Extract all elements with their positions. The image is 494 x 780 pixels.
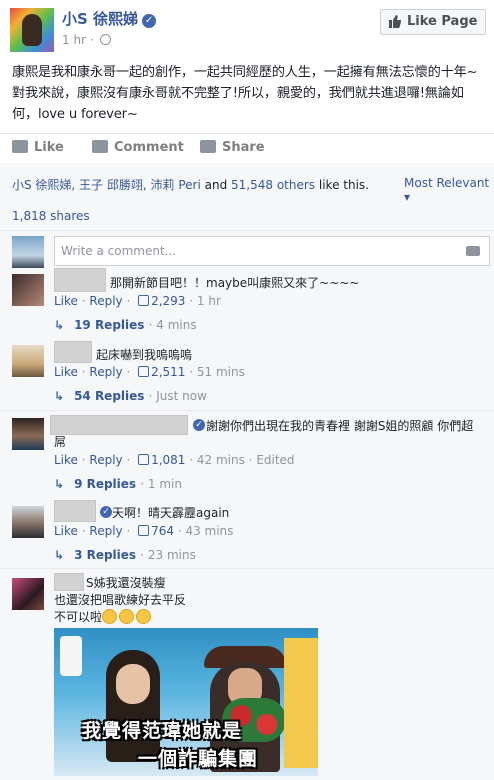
comment-like-link[interactable]: Like <box>54 294 78 308</box>
redacted-commenter-name <box>54 573 84 591</box>
thumbs-up-icon <box>138 366 150 377</box>
reply-arrow-icon: ↳ <box>54 477 65 491</box>
view-replies-link[interactable]: ↳ 3 Replies · 23 mins <box>54 548 196 562</box>
verified-badge-icon: ✓ <box>193 419 205 431</box>
comment-like-count[interactable]: 1,081 <box>151 453 185 467</box>
comment-meta: Like · Reply · 2,293 · 1 hr <box>54 294 221 308</box>
comment-text: 天啊！晴天霹靂again <box>112 506 230 520</box>
comment-input[interactable]: Write a comment... <box>54 236 490 266</box>
likers-names-link[interactable]: 小S 徐熙娣, 王子 邱勝翊, 沛莉 Peri <box>12 178 201 192</box>
comment-text-line-1: S姊我還沒裝瘦 <box>86 576 166 590</box>
page-name-link[interactable]: 小S 徐熙娣 ✓ <box>62 8 157 29</box>
comment-time[interactable]: 42 mins <box>197 453 245 467</box>
comment-edited-label[interactable]: Edited <box>256 453 294 467</box>
comment-reply-link[interactable]: Reply <box>89 453 122 467</box>
view-replies-link[interactable]: ↳ 19 Replies · 4 mins <box>54 318 197 332</box>
comment-attached-image[interactable]: 我覺得范瑋她就是 一個詐騙集團 <box>54 628 318 776</box>
reply-arrow-icon: ↳ <box>54 389 65 403</box>
post-body-text: 康熙是我和康永哥一起的創作，一起共同經歷的人生，一起擁有無法忘懷的十年~對我來說… <box>12 65 478 122</box>
divider <box>0 568 494 569</box>
comment-time[interactable]: 1 hr <box>197 294 221 308</box>
avatar-face <box>22 14 42 46</box>
image-side-banner <box>284 638 318 768</box>
grinning-emoji-icon <box>102 609 118 624</box>
likers-suffix-text: like this. <box>318 178 369 192</box>
comment-meta: Like · Reply · 1,081 · 42 mins · Edited <box>54 453 295 467</box>
comment-meta: Like · Reply · 2,511 · 51 mins <box>54 365 245 379</box>
comment-text: 那開新節目吧！！maybe叫康熙又來了~~~~ <box>110 276 360 290</box>
likers-summary: 小S 徐熙娣, 王子 邱勝翊, 沛莉 Peri and 51,548 other… <box>12 176 369 193</box>
shares-count-link[interactable]: 1,818 shares <box>12 209 90 223</box>
thumbs-up-icon <box>389 15 401 28</box>
post-action-bar: Like Comment Share <box>0 134 494 162</box>
reply-arrow-icon: ↳ <box>54 318 65 332</box>
comment-time[interactable]: 51 mins <box>197 365 245 379</box>
divider <box>0 230 494 231</box>
share-arrow-icon <box>200 140 216 153</box>
thumbs-up-icon <box>138 454 150 465</box>
view-replies-link[interactable]: ↳ 54 Replies · Just now <box>54 389 207 403</box>
verified-badge-icon: ✓ <box>142 14 157 28</box>
reply-arrow-icon: ↳ <box>54 548 65 562</box>
comment-like-count[interactable]: 2,511 <box>151 365 185 379</box>
comment-text: 起床嚇到我嗚嗚嗚 <box>96 348 193 362</box>
verified-badge-icon: ✓ <box>100 506 112 518</box>
globe-icon <box>99 34 111 45</box>
caret-down-icon: ▾ <box>404 190 411 204</box>
thumbs-up-icon <box>138 295 150 306</box>
page-avatar[interactable] <box>10 8 54 52</box>
divider <box>0 410 494 411</box>
current-user-avatar <box>12 236 44 268</box>
speech-bubble-icon <box>92 140 108 153</box>
redacted-commenter-name <box>54 341 92 363</box>
post-timestamp[interactable]: 1 hr · <box>62 33 111 47</box>
likers-others-link[interactable]: 51,548 others <box>231 178 315 192</box>
comment-time[interactable]: 43 mins <box>185 524 233 538</box>
image-caption-line-2: 一個詐騙集團 <box>138 748 259 770</box>
camera-icon[interactable] <box>466 246 480 256</box>
comment-text-line-3: 不可以啦 <box>54 609 153 625</box>
post-header: 小S 徐熙娣 ✓ 1 hr · Like Page <box>0 0 494 54</box>
share-action-button[interactable]: Share <box>200 140 265 155</box>
redacted-commenter-name <box>54 268 106 292</box>
comment-like-count[interactable]: 764 <box>151 524 174 538</box>
thumbs-up-icon <box>138 525 150 536</box>
comment-like-count[interactable]: 2,293 <box>151 294 185 308</box>
comment-reply-link[interactable]: Reply <box>89 365 122 379</box>
comment-meta: Like · Reply · 764 · 43 mins <box>54 524 234 538</box>
like-page-button[interactable]: Like Page <box>380 9 486 35</box>
like-action-button[interactable]: Like <box>12 140 64 155</box>
grinning-emoji-icon <box>136 609 152 624</box>
image-caption-line-1: 我覺得范瑋她就是 <box>82 720 243 742</box>
comment-reply-link[interactable]: Reply <box>89 524 122 538</box>
sort-comments-dropdown[interactable]: Most Relevant ▾ <box>404 176 494 204</box>
redacted-commenter-name <box>50 415 188 435</box>
view-replies-link[interactable]: ↳ 9 Replies · 1 min <box>54 477 182 491</box>
comment-reply-link[interactable]: Reply <box>89 294 122 308</box>
comment-action-button[interactable]: Comment <box>92 140 184 155</box>
grinning-emoji-icon <box>119 609 135 624</box>
comment-like-link[interactable]: Like <box>54 524 78 538</box>
tv-station-logo <box>60 636 82 676</box>
comment-input-placeholder: Write a comment... <box>61 244 177 258</box>
commenter-avatar[interactable] <box>12 506 44 538</box>
commenter-avatar[interactable] <box>12 345 44 377</box>
comment-like-link[interactable]: Like <box>54 365 78 379</box>
comment-text-line-2: 也還沒把唱歌練好去平反 <box>54 593 187 607</box>
thumbs-up-icon <box>12 140 28 153</box>
comment-text-line-2: 屌 <box>54 435 67 449</box>
commenter-avatar[interactable] <box>12 418 44 450</box>
likers-and-text: and <box>204 178 228 192</box>
image-face-left <box>116 664 150 704</box>
comment-like-link[interactable]: Like <box>54 453 78 467</box>
comment-text-line-1: 謝謝你們出現在我的青春裡 謝謝S姐的照顧 你們超 <box>206 419 474 433</box>
commenter-avatar[interactable] <box>12 578 44 610</box>
commenter-avatar[interactable] <box>12 274 44 306</box>
redacted-commenter-name <box>54 500 96 522</box>
